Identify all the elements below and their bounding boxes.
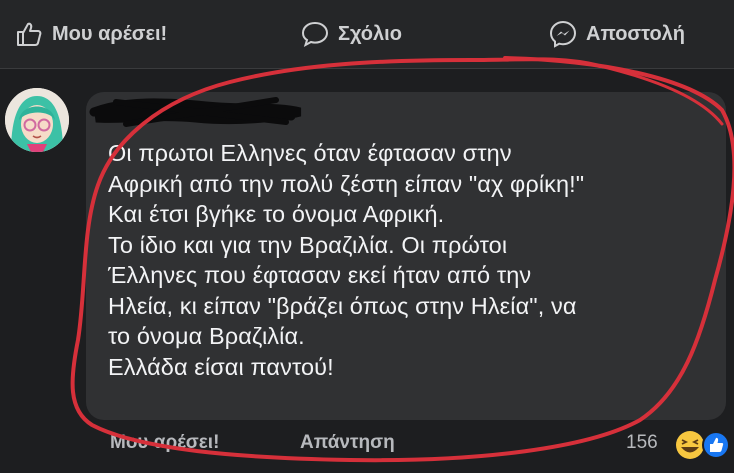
send-button[interactable]: Αποστολή [548,18,685,50]
anime-avatar-icon [5,88,69,152]
haha-emoji-icon [676,431,704,459]
thumbs-up-icon [17,22,42,46]
like-label: Μου αρέσει! [52,22,168,45]
like-button[interactable]: Μου αρέσει! [14,18,167,50]
comment-text: Οι πρωτοι Ελληνες όταν έφτασαν στην Αφρι… [108,140,585,380]
reaction-count[interactable]: 156 [626,432,658,454]
speech-bubble-icon [301,21,329,48]
post-action-bar: Μου αρέσει! Σχόλιο Αποστολή [0,0,734,69]
like-reaction-icon [702,431,730,459]
comment-like-link[interactable]: Μου αρέσει! [110,432,219,454]
comment-reply-link[interactable]: Απάντηση [300,432,395,454]
avatar[interactable] [5,88,69,152]
redaction-scribble [89,97,302,127]
messenger-icon [549,20,577,48]
reaction-icons[interactable] [672,428,734,462]
send-label: Αποστολή [586,22,686,45]
comment-button[interactable]: Σχόλιο [300,18,402,50]
comment-label: Σχόλιο [338,22,402,45]
